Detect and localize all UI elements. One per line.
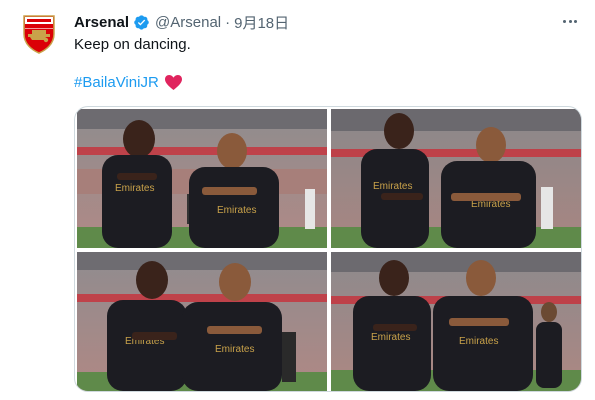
- verified-badge-icon: [133, 14, 150, 31]
- author-name[interactable]: Arsenal: [74, 14, 129, 31]
- svg-text:Emirates: Emirates: [373, 181, 412, 192]
- svg-text:Emirates: Emirates: [115, 183, 154, 194]
- red-heart-emoji-icon: [164, 74, 182, 91]
- arsenal-crest-icon: [23, 15, 55, 54]
- svg-text:Emirates: Emirates: [459, 336, 498, 347]
- hashtag-link[interactable]: #BailaViniJR: [74, 74, 159, 91]
- svg-text:Emirates: Emirates: [217, 205, 256, 216]
- author-handle[interactable]: @Arsenal: [155, 14, 221, 31]
- more-options-icon: [562, 19, 566, 23]
- photo-3[interactable]: Emirates Emirates: [77, 252, 327, 391]
- avatar[interactable]: [22, 14, 56, 54]
- photo-1[interactable]: Emirates Emirates: [77, 109, 327, 248]
- photo-4[interactable]: Emirates Emirates: [331, 252, 581, 391]
- svg-text:Emirates: Emirates: [371, 332, 410, 343]
- separator-dot: ·: [225, 13, 231, 31]
- media-grid: Emirates Emirates Emirates Emirates Emir…: [74, 106, 582, 392]
- tweet-text: Keep on dancing.: [74, 36, 191, 53]
- photo-2[interactable]: Emirates Emirates: [331, 109, 581, 248]
- svg-text:Emirates: Emirates: [215, 344, 254, 355]
- more-options-button[interactable]: [559, 10, 581, 32]
- tweet-date[interactable]: 9月18日: [234, 12, 289, 33]
- tweet-card[interactable]: Arsenal @Arsenal · 9月18日 Keep on dancing…: [0, 0, 595, 400]
- tweet-header: Arsenal @Arsenal · 9月18日: [74, 12, 289, 32]
- hashtag-line: #BailaViniJR: [74, 74, 183, 91]
